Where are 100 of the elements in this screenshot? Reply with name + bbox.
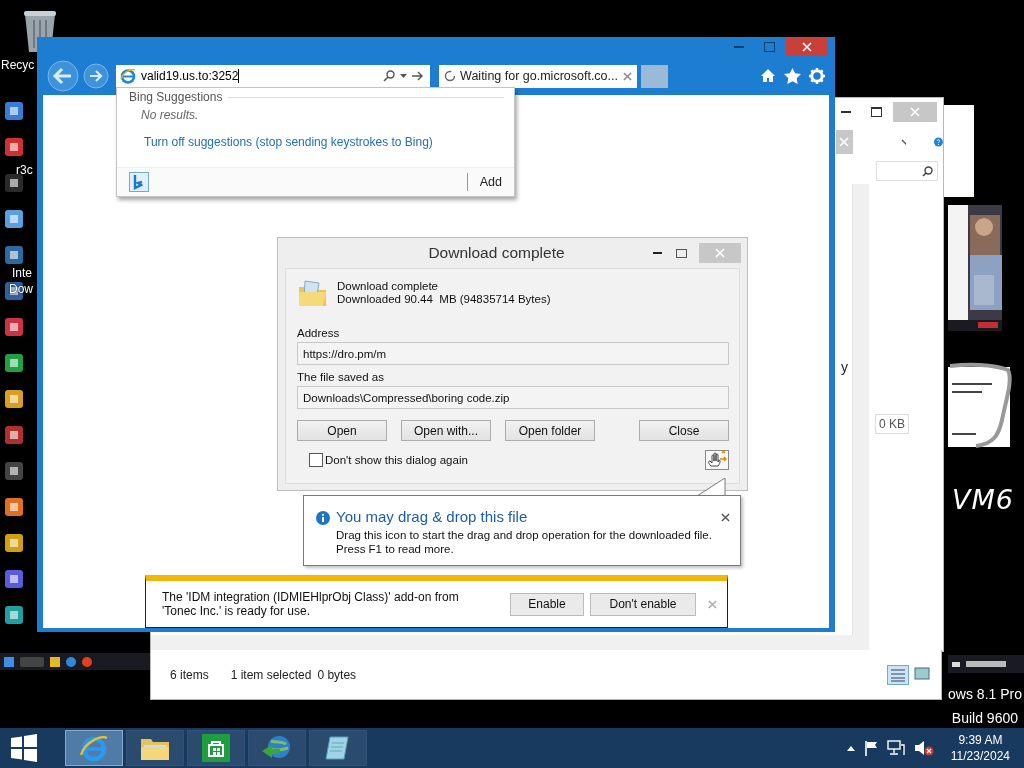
search-provider-icon[interactable] [129,172,149,192]
balloon-text: Drag this icon to start the drag and drop operation for the downloaded file. Press F1 to read more. [336,528,713,556]
minimize-icon [652,252,662,254]
app-icon[interactable] [3,460,25,482]
start-icon[interactable] [4,656,14,667]
address-bar[interactable]: valid19.us.to:3252 [116,64,430,88]
taskbar-button[interactable] [126,730,184,766]
handwritten-text: VM6 [952,484,1014,515]
app-icon[interactable] [3,496,25,518]
notepad-icon [324,734,352,762]
forward-button[interactable] [83,63,109,89]
size-text: Downloaded 90.44 MB (94835714 Bytes) [337,293,551,305]
app-icon[interactable] [3,352,25,374]
maximize-icon [675,248,687,258]
app-icon[interactable] [3,136,25,158]
path-field[interactable]: Downloads\Compressed\boring code.zip [297,386,729,409]
tray-icons[interactable] [952,659,1008,669]
icon-label: Inte [12,266,32,280]
chevron-down-icon[interactable] [900,139,907,145]
open-folder-button[interactable]: Open folder [505,420,595,441]
home-icon[interactable] [760,68,776,83]
speaker-muted-icon[interactable] [913,740,934,756]
store-icon [202,734,230,762]
icon-label: Recyc [1,58,35,72]
flag-icon[interactable] [863,740,878,756]
address-field[interactable]: https://dro.pm/m [297,342,729,365]
minimize-icon [734,45,744,48]
app-icon[interactable] [3,172,25,194]
network-icon[interactable] [886,740,905,756]
taskbar-button[interactable] [309,730,367,766]
edition-text: ows 8.1 Pro [948,686,1022,702]
close-button[interactable] [786,37,828,56]
search-field[interactable] [876,161,938,181]
add-button[interactable]: Add [466,173,514,191]
field-label: The file saved as [297,371,385,383]
status-text: Download complete [337,280,439,292]
url-text[interactable]: valid19.us.to:3252 [141,69,240,83]
vertical-scrollbar[interactable] [852,184,869,635]
open-with-button[interactable]: Open with... [401,420,491,441]
close-icon[interactable] [721,513,730,522]
checkbox-label[interactable]: Don't show this dialog again [325,454,468,466]
close-icon [839,137,850,147]
partial-text: y [841,359,848,375]
balloon-title: You may drag & drop this file [336,508,529,525]
status-text: 0 bytes [317,667,357,682]
search-icon [922,165,933,177]
tab-title[interactable]: Waiting for go.microsoft.co... [460,69,618,83]
app-icon[interactable] [3,532,25,554]
browser-icon [120,68,136,84]
app-icon[interactable] [3,388,25,410]
maximize-icon [763,41,775,52]
notification-text: The 'IDM integration (IDMIEHlprObj Class)' add-on from 'Tonec Inc.' is ready for use. [162,590,460,618]
app-icon[interactable] [3,604,25,626]
close-icon [802,41,812,52]
thumbnail-view-icon[interactable] [913,664,931,683]
search-icon[interactable] [383,70,395,82]
app-icon[interactable] [3,316,25,338]
maximize-icon [870,107,882,117]
folder-icon [297,277,329,309]
field-label: Address [297,327,341,339]
enable-button[interactable]: Enable [510,592,584,616]
app-icon[interactable] [3,244,25,266]
status-text: 6 items [170,667,209,682]
go-arrow-icon[interactable] [412,71,424,81]
dropdown-icon[interactable] [400,74,407,78]
close-button[interactable]: Close [639,420,729,441]
app-icon[interactable] [3,100,25,122]
details-view-icon[interactable] [887,664,909,685]
app-icon[interactable] [3,208,25,230]
info-icon [316,511,330,525]
checkbox[interactable] [309,453,323,467]
close-icon[interactable] [623,71,632,81]
drag-hand-icon[interactable] [705,450,729,470]
browser-icon [79,733,109,763]
icon-label: r3c [16,163,33,177]
horizontal-scrollbar[interactable] [151,635,869,651]
empty-message: No results. [140,107,200,122]
icon-label: Dow [9,282,33,296]
show-hidden-icons[interactable] [846,745,855,751]
dialog-title: Download complete [427,244,566,262]
app-icon[interactable] [3,568,25,590]
section-heading: Bing Suggestions [129,90,223,104]
settings-icon[interactable] [809,68,825,84]
status-text: 1 item selected [230,667,312,682]
back-button[interactable] [47,60,79,92]
dont-enable-button[interactable]: Don't enable [590,592,696,616]
turn-off-link[interactable]: Turn off suggestions (stop sending keystrokes to Bing) [117,122,514,149]
start-button[interactable] [10,734,38,762]
browser-tab[interactable]: Waiting for go.microsoft.co... [439,64,637,88]
star-icon[interactable] [784,68,801,84]
taskbar-button[interactable] [248,730,306,766]
taskbar-button[interactable] [187,730,245,766]
close-icon [715,248,725,258]
folder-icon[interactable] [50,656,60,667]
file-size: 0 KB [875,414,909,434]
minimize-icon [841,111,851,113]
app-icon[interactable] [3,424,25,446]
open-button[interactable]: Open [297,420,387,441]
browser-icon[interactable] [66,656,76,667]
clock[interactable]: 9:39 AM 11/23/2024 [950,732,1010,764]
